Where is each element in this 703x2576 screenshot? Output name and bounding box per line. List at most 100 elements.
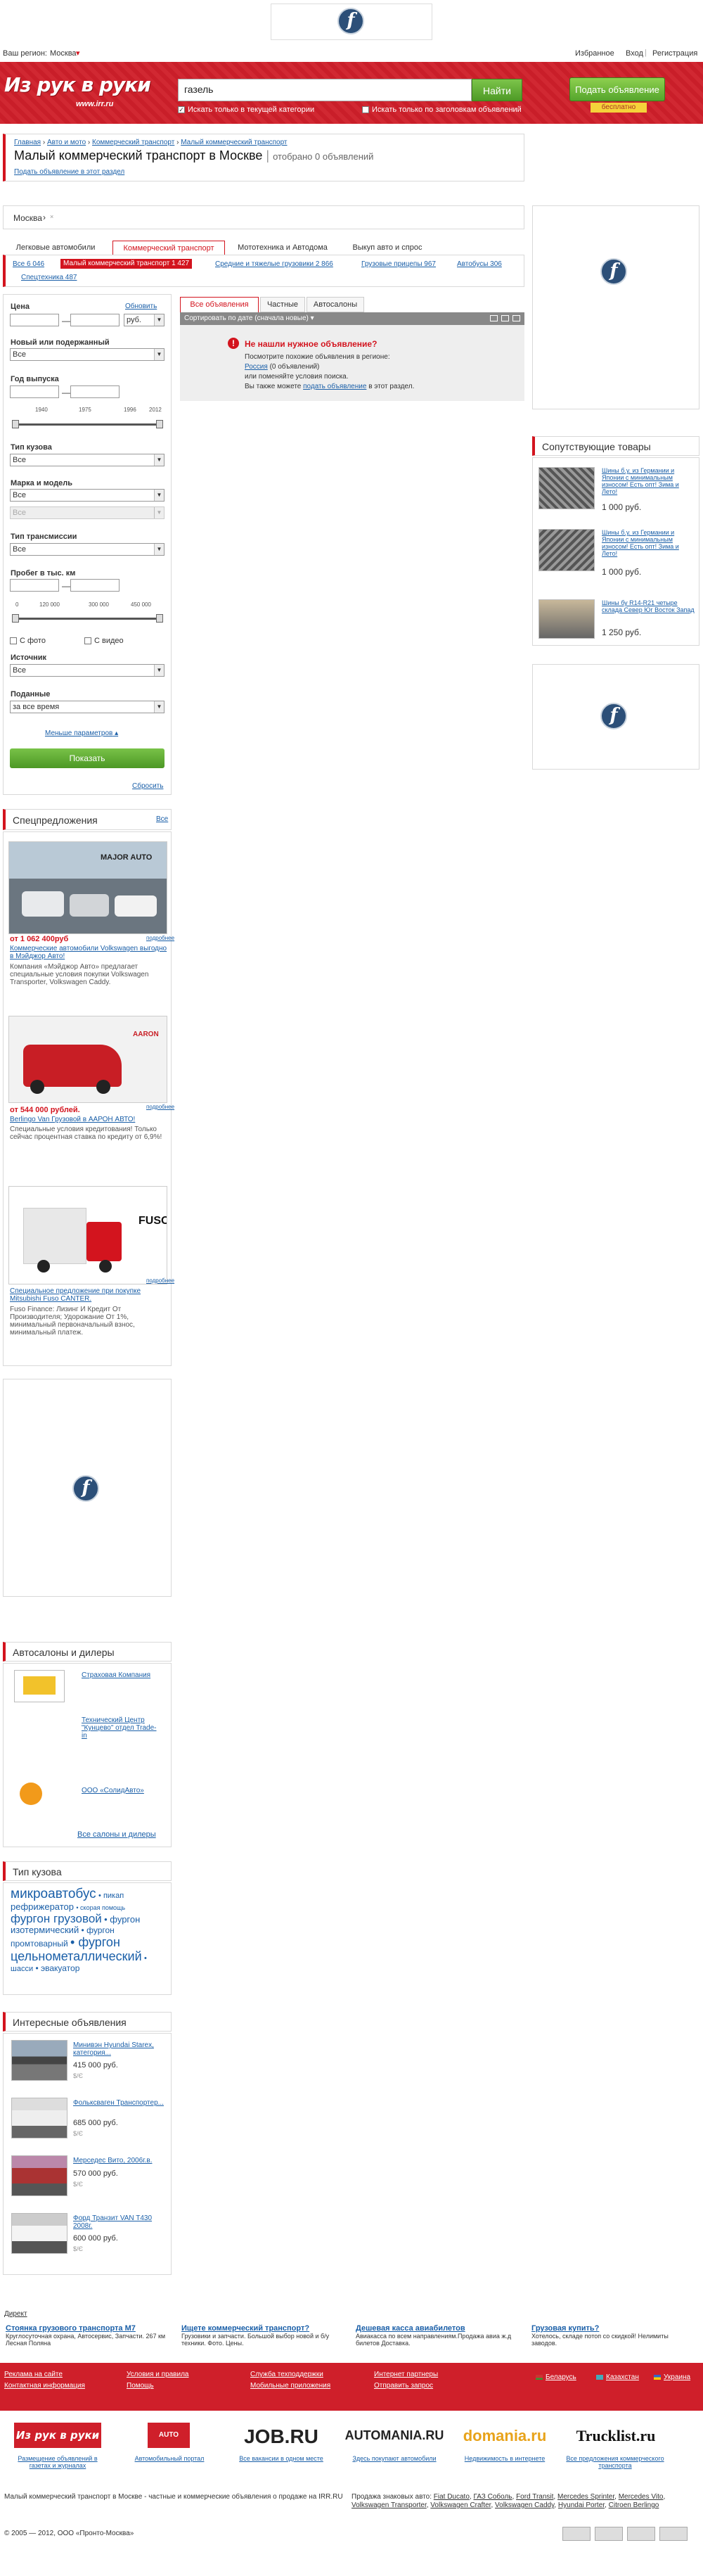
make-select[interactable]: Все ▼	[10, 489, 165, 502]
more-link[interactable]: подробнее	[146, 1277, 174, 1284]
mileage-slider[interactable]	[12, 614, 163, 623]
breadcrumb-item[interactable]: Коммерческий транспорт	[92, 139, 174, 146]
show-button[interactable]: Показать	[10, 748, 165, 768]
country-link-belarus[interactable]: Беларусь	[536, 2373, 576, 2381]
mileage-to-input[interactable]	[70, 579, 120, 592]
tire-image[interactable]	[538, 599, 595, 639]
dealer-link[interactable]: ООО «СолидАвто»	[82, 1787, 144, 1794]
footer-link[interactable]: Интернет партнеры	[374, 2371, 438, 2378]
counter-badge[interactable]	[659, 2527, 688, 2541]
partner-link[interactable]: Автомобильный портал	[124, 2455, 215, 2462]
slider-handle[interactable]	[156, 420, 163, 428]
checkbox-icon[interactable]	[84, 637, 91, 645]
related-item-link[interactable]: Шины бу R14-R21 четыре склада Север Юг В…	[602, 599, 695, 613]
more-link[interactable]: подробнее	[146, 1104, 174, 1110]
chk-category[interactable]: ✓ Искать только в текущей категории	[178, 106, 314, 114]
partner-link[interactable]: Все вакансии в одном месте	[232, 2455, 330, 2462]
seo-link[interactable]: Mercedes Sprinter	[557, 2493, 614, 2501]
login-link[interactable]: Вход	[626, 49, 643, 58]
subcat-trailers[interactable]: Грузовые прицепы 967	[361, 260, 436, 269]
dealer-logo[interactable]	[14, 1670, 65, 1702]
tire-image[interactable]	[538, 529, 595, 571]
ad-title-link[interactable]: Фольксваген Транспортер...	[73, 2099, 165, 2107]
partner-logo-trucklist[interactable]: Trucklist.ru	[560, 2427, 672, 2445]
slider-handle[interactable]	[12, 420, 19, 428]
tag-link[interactable]: фургон грузовой	[11, 1912, 102, 1925]
video-checkbox[interactable]: С видео	[84, 637, 124, 645]
top-banner[interactable]: f	[271, 4, 432, 40]
seo-link[interactable]: Citroen Berlingo	[609, 2501, 659, 2509]
post-ad-link[interactable]: подать объявление	[303, 383, 366, 390]
subcat-special[interactable]: Спецтехника 487	[21, 273, 77, 283]
table-view-icon[interactable]	[501, 315, 509, 321]
posted-select[interactable]: за все время ▼	[10, 701, 165, 713]
seo-link[interactable]: Ford Transit	[516, 2493, 553, 2501]
chevron-right-icon[interactable]: ›	[43, 212, 46, 222]
list-view-icon[interactable]	[490, 315, 498, 321]
post-ad-button[interactable]: Подать объявление	[569, 77, 665, 101]
seo-link[interactable]: Volkswagen Crafter	[430, 2501, 491, 2509]
partner-link[interactable]: Все предложения коммерческого транспорта	[562, 2455, 668, 2469]
ad-currency[interactable]: $/Є	[73, 2130, 83, 2137]
left-ad-banner[interactable]: f	[3, 1379, 172, 1597]
promo-image[interactable]: AARON	[8, 1016, 167, 1103]
checkbox-icon[interactable]	[10, 637, 17, 645]
chevron-down-icon[interactable]: ▾	[76, 49, 80, 58]
year-slider[interactable]	[12, 420, 163, 428]
tab-cars[interactable]: Легковые автомобили	[3, 241, 108, 256]
year-to-input[interactable]	[70, 385, 120, 398]
close-icon[interactable]: ×	[50, 213, 53, 220]
promo-link[interactable]: Специальное предложение при покупке Mits…	[10, 1287, 169, 1303]
ad-thumb[interactable]	[11, 2040, 67, 2081]
tag-link[interactable]: • скорая помощь	[76, 1904, 125, 1911]
subcat-trucks[interactable]: Средние и тяжелые грузовики 2 866	[215, 260, 333, 269]
related-item-link[interactable]: Шины б.у. из Германии и Японии с минимал…	[602, 467, 695, 495]
post-here-link[interactable]: Подать объявление в этот раздел	[14, 168, 124, 176]
partner-logo-irr[interactable]: Из рук в руки	[14, 2423, 101, 2448]
mileage-from-input[interactable]	[10, 579, 59, 592]
right-ad-banner-2[interactable]: f	[532, 664, 699, 770]
seo-link[interactable]: Mercedes Vito	[619, 2493, 664, 2501]
transmission-select[interactable]: Все ▼	[10, 543, 165, 556]
seo-link[interactable]: ГАЗ Соболь	[473, 2493, 512, 2501]
direct-ad-title[interactable]: Ищете коммерческий транспорт?	[181, 2324, 343, 2333]
dealer-logo[interactable]	[14, 1780, 65, 1809]
country-link-ukraine[interactable]: Украина	[654, 2373, 690, 2381]
checkbox-icon[interactable]: ✓	[178, 106, 185, 114]
promo-image[interactable]: MAJOR AUTO	[8, 841, 167, 934]
tag-link[interactable]: • фургон	[82, 1925, 115, 1935]
partner-logo-auto[interactable]: AUTO	[148, 2423, 190, 2448]
price-from-input[interactable]	[10, 314, 59, 326]
related-item-link[interactable]: Шины б.у. из Германии и Японии с минимал…	[602, 529, 695, 557]
more-link[interactable]: подробнее	[146, 935, 174, 941]
footer-link[interactable]: Отправить запрос	[374, 2382, 433, 2390]
tab-private[interactable]: Частные	[260, 297, 305, 312]
subcat-small[interactable]: Малый коммерческий транспорт 1 427	[60, 259, 193, 269]
partner-link[interactable]: Здесь покупают автомобили	[342, 2455, 447, 2462]
direct-ad-title[interactable]: Дешевая касса авиабилетов	[356, 2324, 517, 2333]
ad-thumb[interactable]	[11, 2098, 67, 2138]
subcat-all[interactable]: Все 6 046	[13, 260, 44, 269]
slider-handle[interactable]	[12, 614, 19, 623]
footer-link[interactable]: Реклама на сайте	[4, 2371, 63, 2378]
counter-badge[interactable]	[562, 2527, 591, 2541]
site-logo[interactable]: Из рук в руки	[4, 73, 151, 96]
breadcrumb-item[interactable]: Малый коммерческий транспорт	[181, 139, 287, 146]
price-to-input[interactable]	[70, 314, 120, 326]
ad-currency[interactable]: $/Є	[73, 2245, 83, 2252]
special-all-link[interactable]: Все	[156, 815, 168, 823]
tag-link[interactable]: промтоварный	[11, 1939, 68, 1949]
register-link[interactable]: Регистрация	[652, 49, 697, 58]
tab-moto[interactable]: Мототехника и Автодома	[230, 241, 335, 256]
tag-link[interactable]: рефрижератор	[11, 1901, 74, 1912]
checkbox-icon[interactable]	[362, 106, 369, 114]
partner-link[interactable]: Размещение объявлений в газетах и журнал…	[8, 2455, 107, 2469]
seo-link[interactable]: Hyundai Porter	[558, 2501, 605, 2509]
direct-label[interactable]: Директ	[4, 2310, 27, 2318]
ad-title-link[interactable]: Форд Транзит VAN T430 2008г.	[73, 2214, 165, 2230]
counter-badge[interactable]	[627, 2527, 655, 2541]
promo-image[interactable]: FUSO	[8, 1186, 167, 1284]
source-select[interactable]: Все ▼	[10, 664, 165, 677]
ad-title-link[interactable]: Минивэн Hyundai Starex, категория...	[73, 2041, 165, 2057]
tab-dealers[interactable]: Автосалоны	[307, 297, 364, 312]
